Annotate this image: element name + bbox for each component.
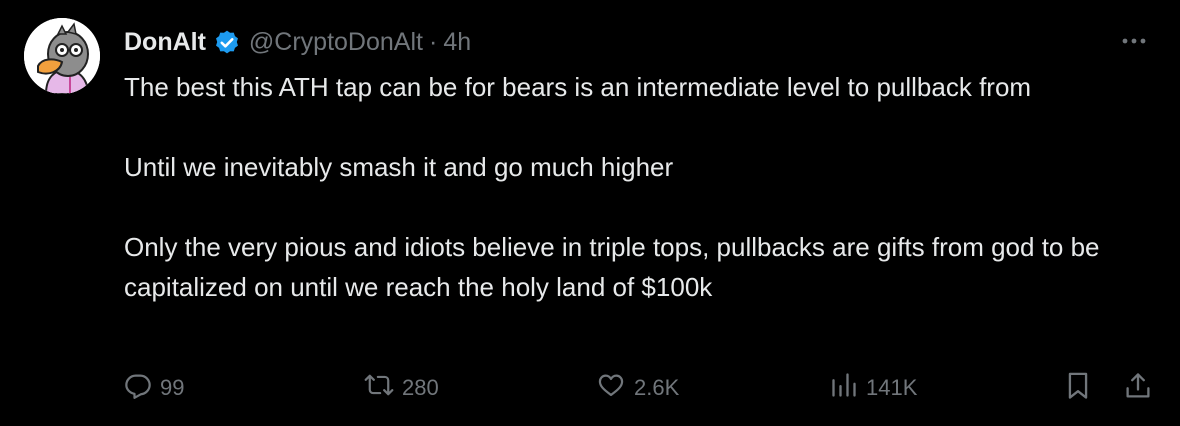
tweet-actions: 99 280 2.6K 141K: [124, 368, 1150, 408]
timestamp[interactable]: 4h: [443, 28, 471, 57]
author-handle[interactable]: @CryptoDonAlt: [249, 28, 423, 57]
bookmark-button[interactable]: [1064, 368, 1092, 408]
tweet-paragraph-2: Until we inevitably smash it and go much…: [124, 152, 674, 182]
verified-badge-icon[interactable]: [213, 28, 241, 56]
tweet-text: The best this ATH tap can be for bears i…: [124, 67, 1164, 307]
avatar[interactable]: [24, 18, 100, 94]
repost-button[interactable]: 280: [364, 368, 439, 408]
reply-count: 99: [160, 375, 185, 400]
repost-count: 280: [402, 375, 439, 400]
share-button[interactable]: [1124, 368, 1152, 408]
views-count: 141K: [866, 375, 918, 400]
bookmark-icon: [1064, 371, 1092, 406]
like-count: 2.6K: [634, 375, 680, 400]
repost-icon: [364, 371, 402, 405]
like-button[interactable]: 2.6K: [596, 368, 679, 408]
views-icon: [830, 371, 866, 405]
more-icon[interactable]: [1118, 26, 1150, 56]
reply-button[interactable]: 99: [124, 368, 184, 408]
author-name[interactable]: DonAlt: [124, 28, 206, 57]
reply-icon: [124, 371, 160, 405]
share-icon: [1124, 371, 1152, 406]
tweet-paragraph-3: Only the very pious and idiots believe i…: [124, 232, 1100, 302]
duck-avatar-image: [24, 18, 100, 94]
tweet-header: DonAlt @CryptoDonAlt · 4h: [124, 24, 471, 60]
header-separator: ·: [428, 27, 438, 56]
views-button[interactable]: 141K: [830, 368, 917, 408]
tweet-paragraph-1: The best this ATH tap can be for bears i…: [124, 72, 1032, 102]
heart-icon: [596, 371, 634, 405]
